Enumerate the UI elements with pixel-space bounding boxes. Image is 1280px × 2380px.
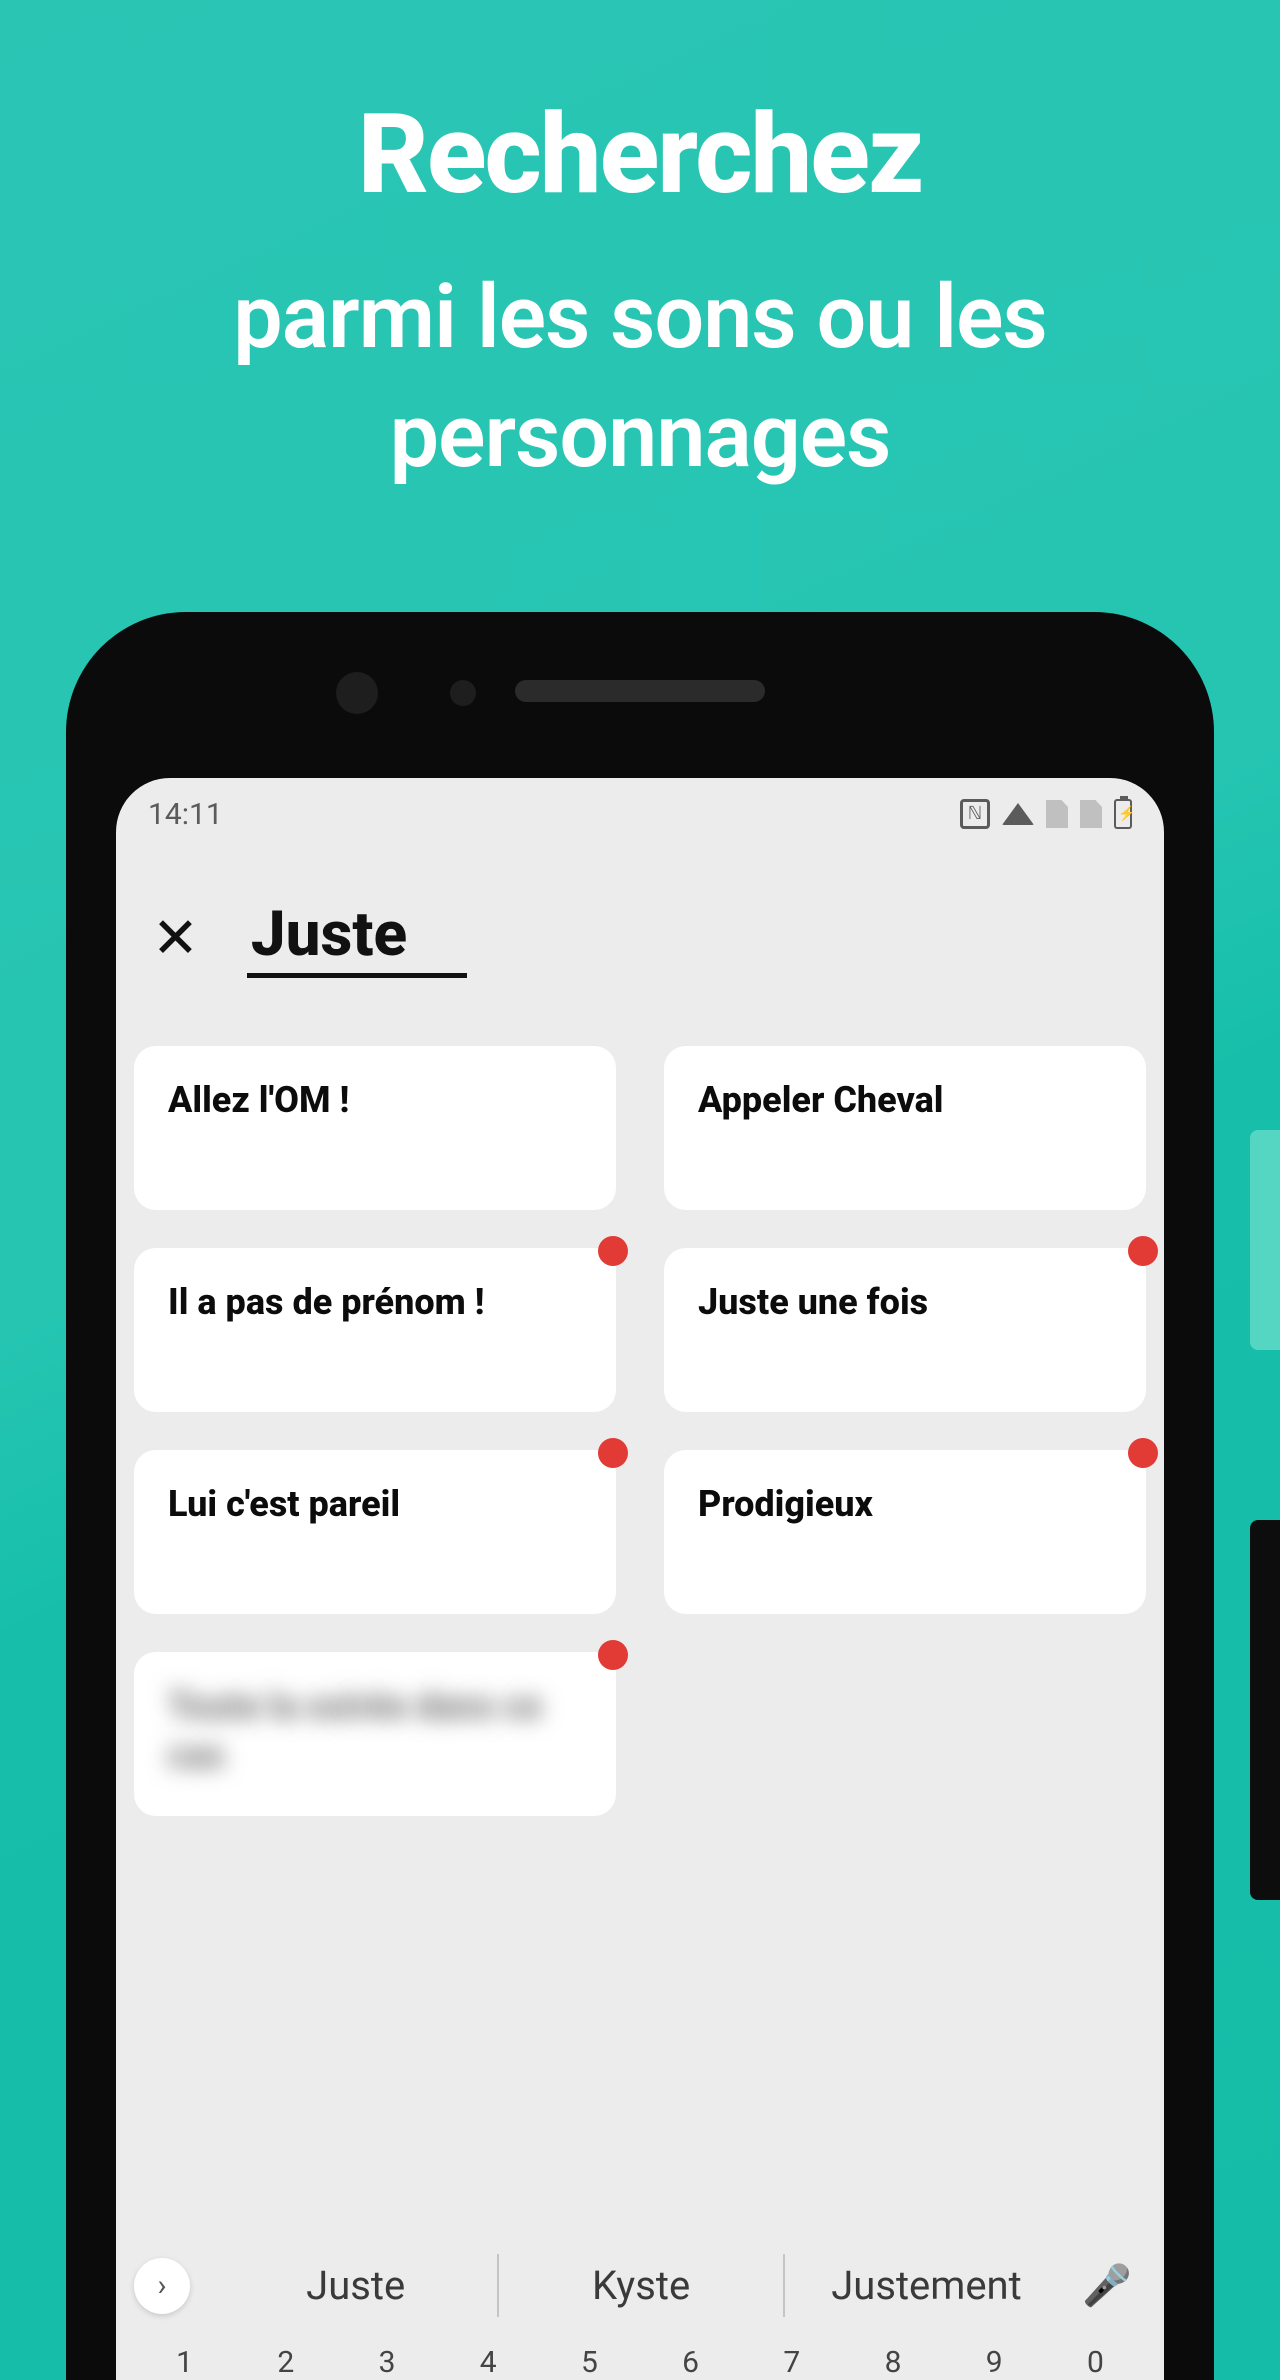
sound-card[interactable]: Prodigieux — [664, 1450, 1146, 1614]
sound-card[interactable]: Lui c'est pareil — [134, 1450, 616, 1614]
sound-card[interactable]: Allez l'OM ! — [134, 1046, 616, 1210]
status-time: 14:11 — [148, 797, 223, 832]
decorative-side-pill — [1250, 1130, 1280, 1350]
new-badge-icon — [598, 1438, 628, 1468]
search-bar: ✕ — [116, 850, 1164, 1018]
sound-card-label: Lui c'est pareil — [168, 1480, 400, 1529]
sound-card-label: Toute la soirée dans ce cas — [168, 1682, 582, 1779]
hero-subtitle: parmi les sons ou les personnages — [0, 259, 1280, 497]
keyboard-key[interactable]: 9 — [944, 2345, 1045, 2380]
keyboard-key[interactable]: 2 — [235, 2345, 336, 2380]
sound-card-label: Prodigieux — [698, 1480, 873, 1529]
sound-card[interactable]: Juste une fois — [664, 1248, 1146, 1412]
phone-speaker — [515, 680, 765, 702]
sound-card[interactable]: Il a pas de prénom ! — [134, 1248, 616, 1412]
sound-card-label: Appeler Cheval — [698, 1076, 944, 1125]
results-grid: Allez l'OM ! Appeler Cheval Il a pas de pr… — [116, 1018, 1164, 2235]
sound-card[interactable]: Toute la soirée dans ce cas — [134, 1652, 616, 1816]
new-badge-icon — [1128, 1438, 1158, 1468]
phone-screen: 14:11 ℕ ⚡ ✕ Allez l'OM ! Appeler Cheval Il… — [116, 778, 1164, 2380]
battery-icon: ⚡ — [1114, 799, 1132, 829]
phone-sensor-icon — [450, 680, 476, 706]
chevron-right-icon[interactable]: › — [134, 2258, 190, 2314]
keyboard-key[interactable]: 4 — [438, 2345, 539, 2380]
nfc-icon: ℕ — [960, 799, 990, 829]
suggestion[interactable]: Kyste — [497, 2254, 782, 2317]
search-input[interactable] — [247, 898, 467, 978]
close-icon[interactable]: ✕ — [152, 910, 199, 966]
sim-icon — [1046, 800, 1068, 828]
keyboard-key[interactable]: 0 — [1045, 2345, 1146, 2380]
keyboard-key[interactable]: 3 — [336, 2345, 437, 2380]
new-badge-icon — [598, 1640, 628, 1670]
suggestion-row: › Juste Kyste Justement 🎤 — [116, 2236, 1164, 2345]
phone-camera-icon — [336, 672, 378, 714]
keyboard-number-row: 1234567890 — [116, 2345, 1164, 2380]
new-badge-icon — [598, 1236, 628, 1266]
microphone-icon[interactable]: 🎤 — [1068, 2262, 1146, 2309]
wifi-icon — [1002, 803, 1034, 825]
sound-card-label: Juste une fois — [698, 1278, 928, 1327]
decorative-side-pill-dark — [1250, 1520, 1280, 1900]
keyboard-key[interactable]: 1 — [134, 2345, 235, 2380]
keyboard: › Juste Kyste Justement 🎤 1234567890 — [116, 2235, 1164, 2380]
sound-card[interactable]: Appeler Cheval — [664, 1046, 1146, 1210]
keyboard-key[interactable]: 8 — [842, 2345, 943, 2380]
suggestion[interactable]: Juste — [214, 2254, 497, 2317]
suggestion[interactable]: Justement — [783, 2254, 1068, 2317]
keyboard-key[interactable]: 7 — [741, 2345, 842, 2380]
sim-icon — [1080, 800, 1102, 828]
phone-frame: 14:11 ℕ ⚡ ✕ Allez l'OM ! Appeler Cheval Il… — [66, 612, 1214, 2380]
sound-card-label: Allez l'OM ! — [168, 1076, 349, 1125]
status-bar: 14:11 ℕ ⚡ — [116, 778, 1164, 850]
hero-title: Recherchez — [0, 90, 1280, 219]
keyboard-key[interactable]: 5 — [539, 2345, 640, 2380]
sound-card-label: Il a pas de prénom ! — [168, 1278, 485, 1327]
new-badge-icon — [1128, 1236, 1158, 1266]
hero: Recherchez parmi les sons ou les personn… — [0, 0, 1280, 497]
keyboard-key[interactable]: 6 — [640, 2345, 741, 2380]
